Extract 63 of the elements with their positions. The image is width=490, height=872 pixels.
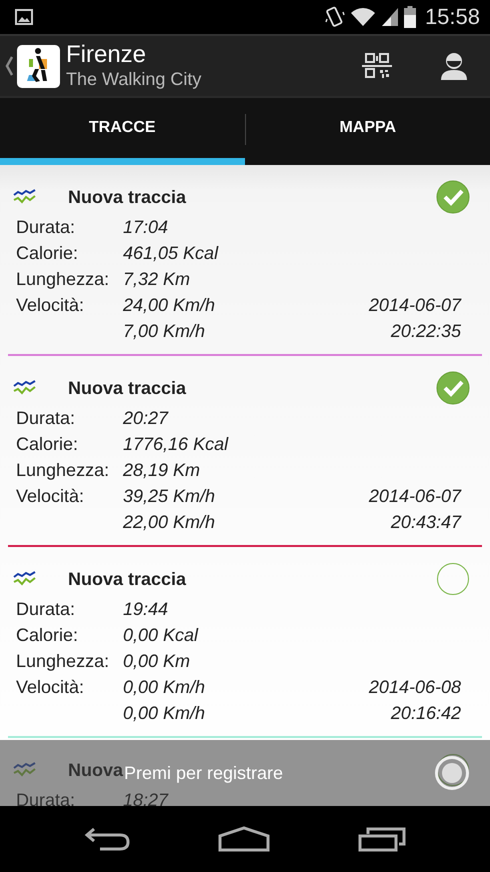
record-prompt-text: Premi per registrare: [124, 762, 284, 784]
battery-icon: [404, 6, 416, 28]
field-value: 7,32 Km: [123, 268, 192, 290]
field-value: 0,00 Kcal: [123, 624, 200, 646]
field-label: Durata:: [16, 598, 76, 620]
field-label: Durata:: [16, 408, 76, 428]
track-title[interactable]: Nuova traccia: [68, 568, 186, 590]
field-label: Calorie:: [16, 624, 80, 646]
signal-icon: [380, 7, 399, 27]
field-label: Velocità:: [16, 486, 86, 506]
home-icon[interactable]: [218, 826, 270, 852]
field-value: 1776,16 Kcal: [123, 434, 230, 454]
field-value: 0,00 Km/h: [123, 676, 206, 698]
track-chart-icon: [13, 571, 37, 587]
field-value: 0,00 Km: [123, 650, 192, 672]
track-title[interactable]: Nuova: [68, 760, 124, 780]
back-icon[interactable]: [84, 826, 130, 852]
tab[interactable]: MAPPA: [246, 98, 490, 165]
field-label: Durata:: [16, 790, 76, 806]
field-value: 22,00 Km/h: [123, 512, 216, 532]
date-time-text: 20:16:42: [390, 702, 461, 724]
date-time-text: 20:43:47: [390, 512, 461, 532]
app-title: Firenze: [66, 42, 148, 68]
field-value: 461,05 Kcal: [123, 242, 220, 264]
check-circle-icon[interactable]: [436, 180, 470, 214]
field-value: 0,00 Km/h: [123, 702, 206, 724]
check-circle-icon[interactable]: [436, 562, 470, 596]
field-value: 7,00 Km/h: [123, 320, 206, 342]
clock-time: 15:58: [424, 4, 480, 30]
field-label: Lunghezza:: [16, 268, 110, 290]
field-label: Calorie:: [16, 242, 80, 264]
field-value: 24,00 Km/h: [123, 294, 216, 316]
field-value: 28,19 Km: [123, 460, 202, 480]
field-label: Lunghezza:: [16, 650, 110, 672]
wifi-icon: [350, 7, 376, 27]
vibrate-icon: [324, 5, 345, 29]
track-chart-icon: [13, 762, 37, 778]
date-time-text: 2014-06-07: [368, 294, 461, 316]
field-label: Lunghezza:: [16, 460, 110, 480]
qr-code-icon[interactable]: [362, 52, 392, 80]
check-circle-icon[interactable]: [436, 371, 470, 405]
track-title[interactable]: Nuova traccia: [68, 186, 186, 208]
back-chevron-icon[interactable]: [5, 56, 13, 76]
track-chart-icon: [13, 189, 37, 205]
date-time-text: 2014-06-07: [368, 486, 461, 506]
field-value: 17:04: [123, 216, 170, 238]
field-value: 20:27: [123, 408, 170, 428]
recent-apps-icon[interactable]: [358, 826, 406, 852]
field-value: 19:44: [123, 598, 170, 620]
date-time-text: 20:22:35: [390, 320, 461, 342]
user-profile-icon[interactable]: [440, 52, 468, 80]
field-value: 18:27: [123, 790, 170, 806]
field-label: Velocità:: [16, 676, 86, 698]
field-value: 39,25 Km/h: [123, 486, 216, 506]
field-label: Velocità:: [16, 294, 86, 316]
date-time-text: 2014-06-08: [368, 676, 461, 698]
app-subtitle: The Walking City: [66, 68, 202, 90]
field-label: Durata:: [16, 216, 76, 238]
field-label: Calorie:: [16, 434, 80, 454]
track-title[interactable]: Nuova traccia: [68, 378, 186, 398]
picture-notification-icon: [15, 9, 33, 25]
track-chart-icon: [13, 380, 37, 396]
walking-figure-logo[interactable]: [17, 44, 60, 88]
